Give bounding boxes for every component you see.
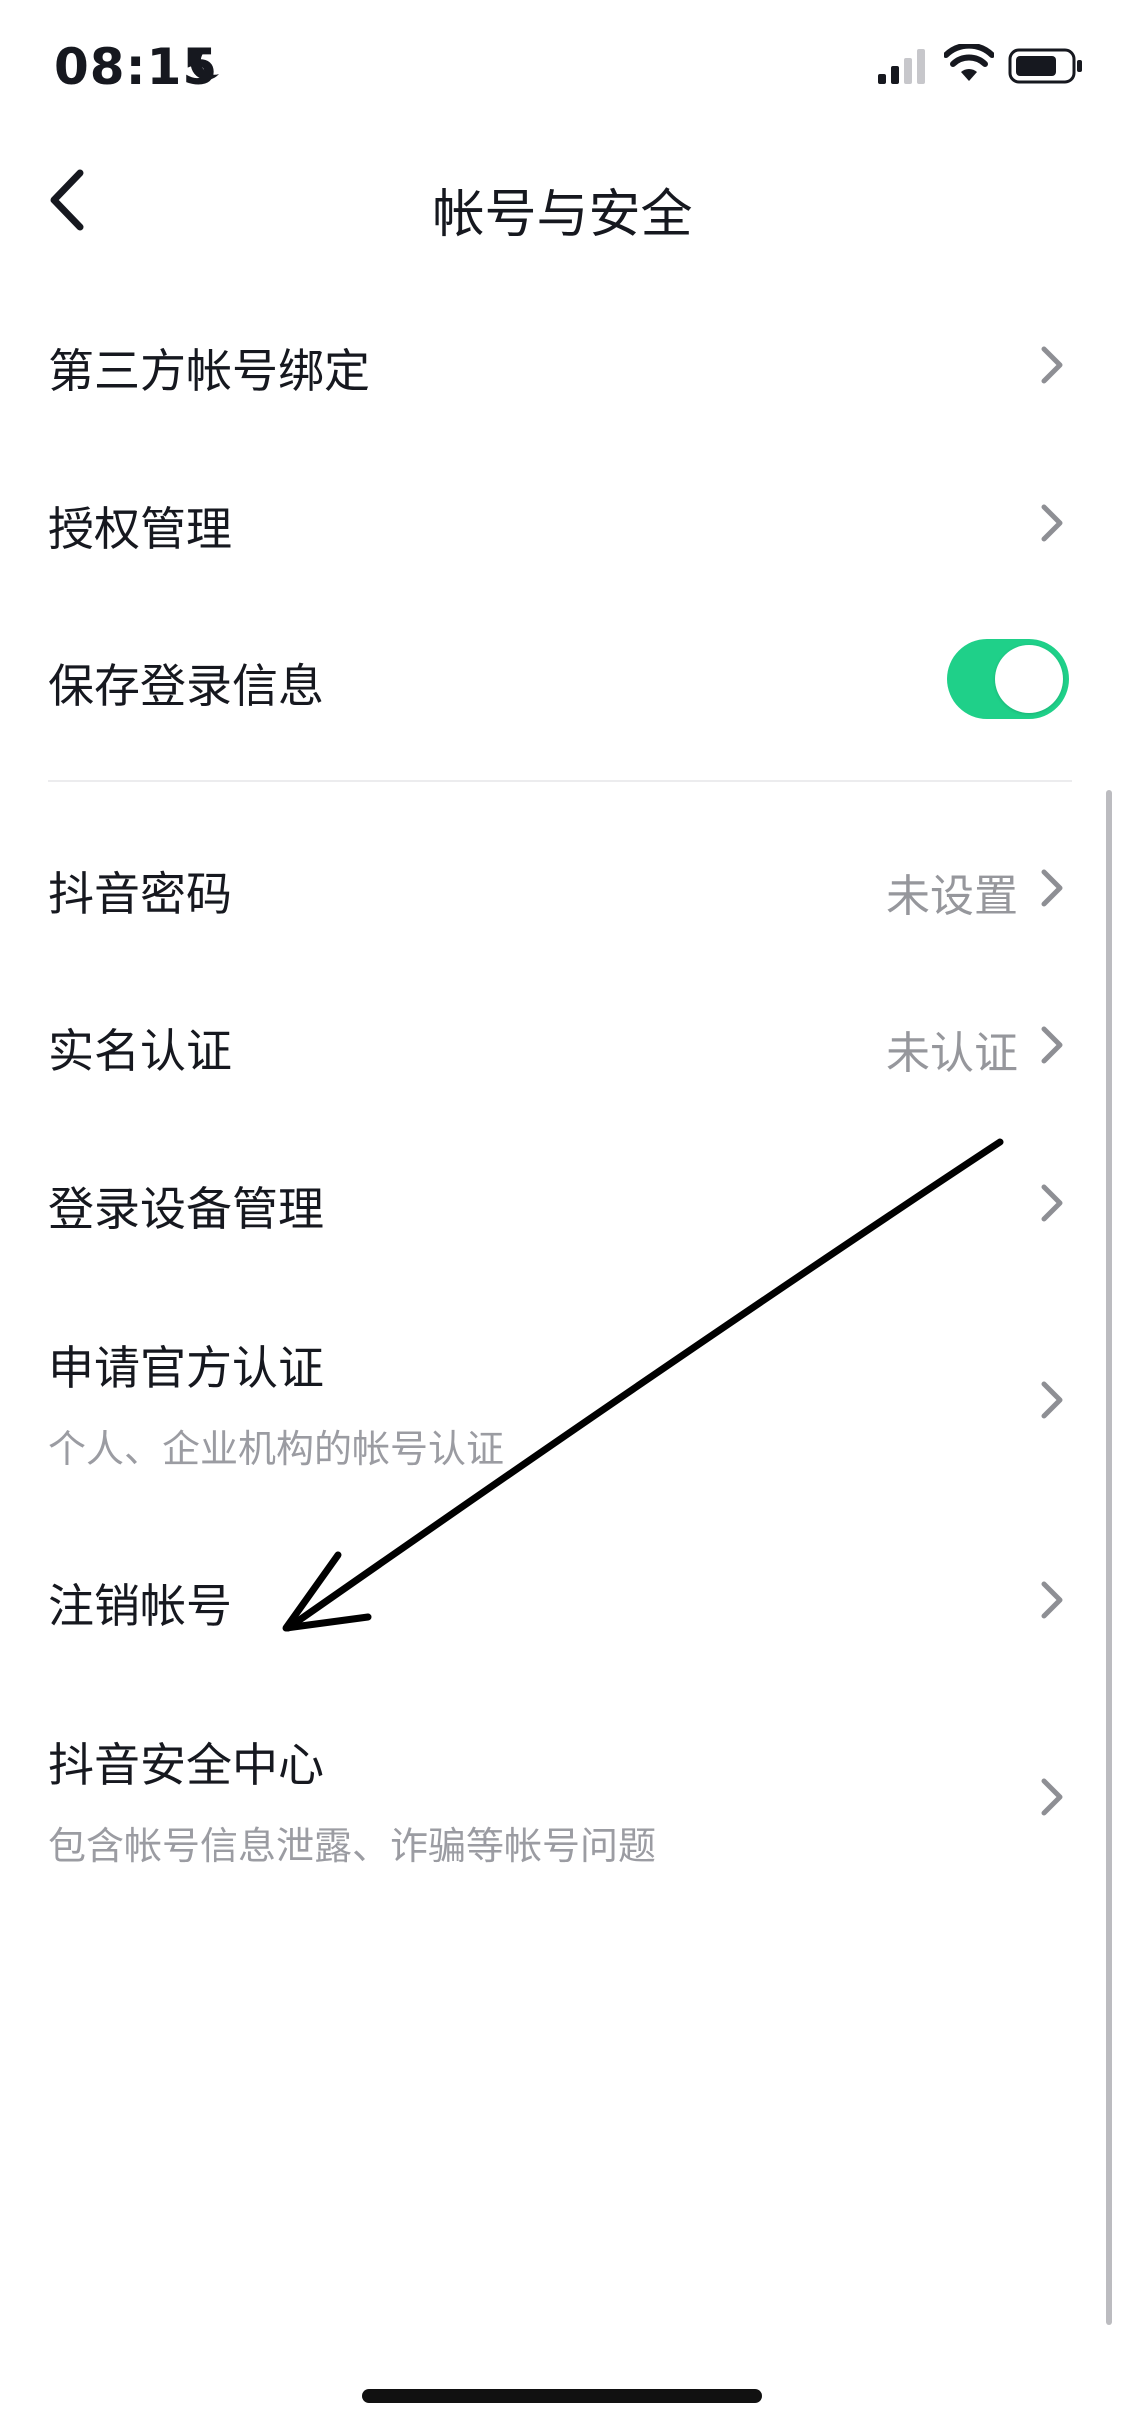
annotation-arrow-icon xyxy=(282,1138,1004,1632)
home-indicator xyxy=(362,2389,762,2403)
